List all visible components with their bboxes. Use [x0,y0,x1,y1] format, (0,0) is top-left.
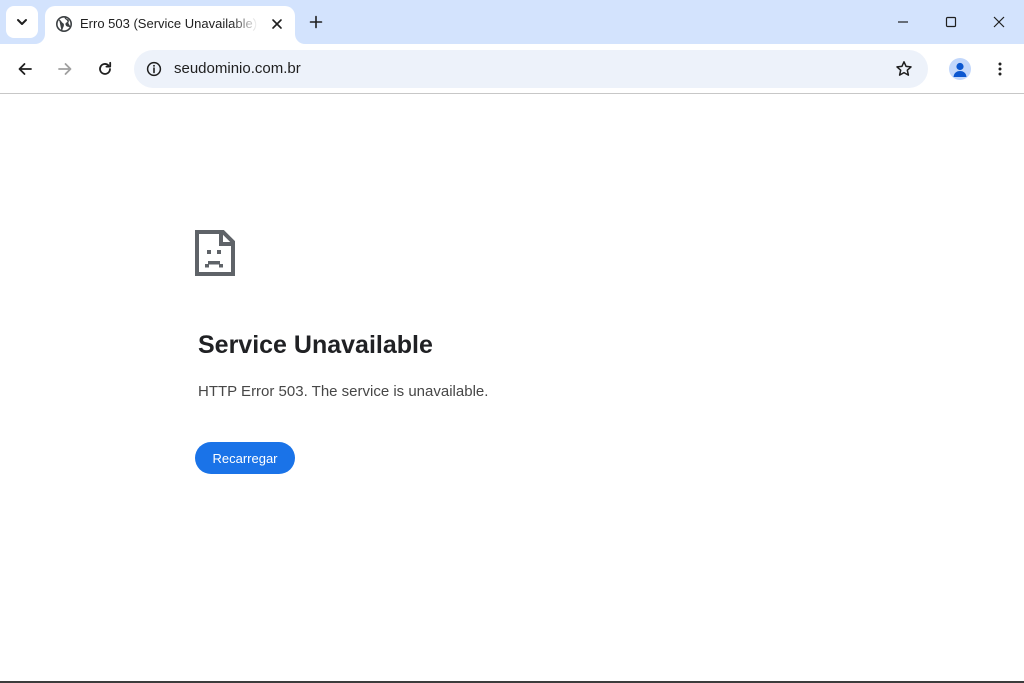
star-icon [896,61,912,76]
info-icon [146,61,162,77]
browser-menu-button[interactable] [984,53,1016,85]
tab-search-button[interactable] [6,6,38,38]
tab-title: Erro 503 (Service Unavailable) [80,16,258,31]
tab-strip: Erro 503 (Service Unavailable) [0,0,1024,44]
profile-button[interactable] [944,53,976,85]
person-icon [953,62,967,77]
forward-arrow-icon [58,63,72,75]
minimize-icon [898,21,908,23]
address-bar[interactable]: seudominio.com.br [134,50,928,88]
forward-button[interactable] [49,53,81,85]
new-tab-button[interactable] [303,9,329,35]
sad-document-icon [195,230,235,276]
page-content: Service Unavailable HTTP Error 503. The … [0,95,1024,683]
globe-icon [56,16,72,32]
kebab-menu-icon [998,62,1002,76]
tab-close-button[interactable] [267,14,287,34]
close-icon [272,19,282,29]
active-tab[interactable]: Erro 503 (Service Unavailable) [45,6,295,44]
close-window-button[interactable] [976,0,1022,44]
url-text[interactable]: seudominio.com.br [174,60,301,77]
error-description: HTTP Error 503. The service is unavailab… [198,383,489,400]
bookmark-button[interactable] [890,55,918,83]
close-window-icon [993,16,1005,28]
browser-toolbar: seudominio.com.br [0,44,1024,94]
reload-button[interactable] [89,53,121,85]
reload-page-button[interactable]: Recarregar [195,442,295,474]
site-info-button[interactable] [142,57,166,81]
reload-icon [99,61,112,75]
minimize-button[interactable] [880,0,926,44]
chevron-down-icon [17,19,27,25]
plus-icon [309,15,323,29]
back-arrow-icon [18,63,32,75]
maximize-button[interactable] [928,0,974,44]
avatar [949,58,971,80]
maximize-icon [945,16,957,28]
error-title: Service Unavailable [198,331,433,359]
back-button[interactable] [9,53,41,85]
